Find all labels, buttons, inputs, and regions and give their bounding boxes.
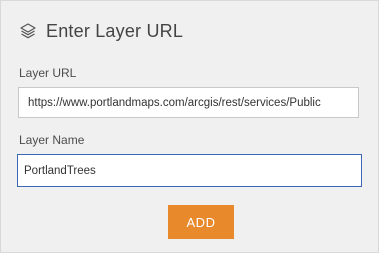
- layers-icon: [19, 22, 37, 40]
- enter-layer-url-panel: Enter Layer URL Layer URL Layer Name ADD: [0, 0, 379, 253]
- layer-name-label: Layer Name: [19, 133, 85, 147]
- layer-name-input[interactable]: [17, 154, 362, 187]
- layer-url-label: Layer URL: [19, 66, 77, 80]
- panel-header: Enter Layer URL: [19, 18, 183, 44]
- add-button[interactable]: ADD: [168, 205, 234, 239]
- layer-url-input[interactable]: [18, 87, 359, 118]
- panel-title: Enter Layer URL: [46, 20, 184, 41]
